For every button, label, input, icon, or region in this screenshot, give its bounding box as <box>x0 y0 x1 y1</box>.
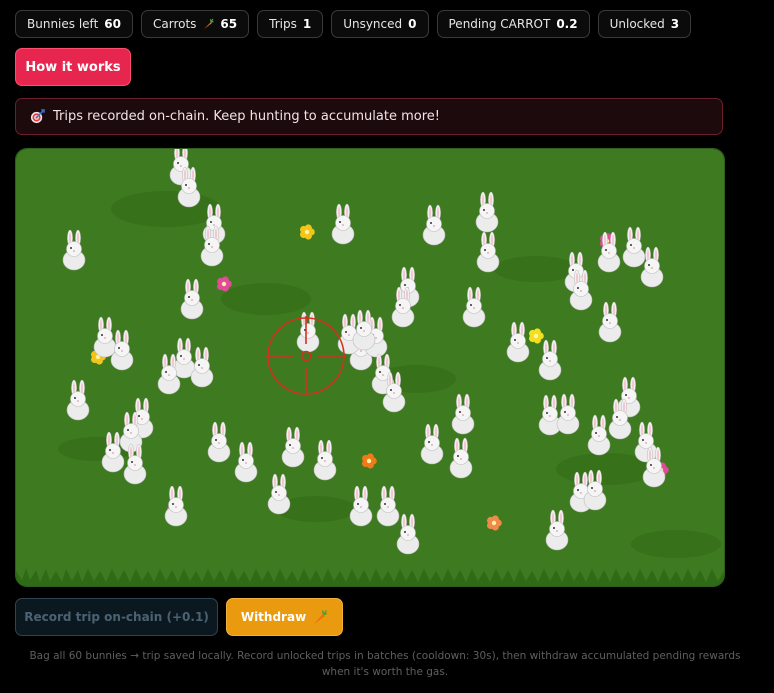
stat-label: Carrots <box>152 17 197 31</box>
target-icon <box>30 109 45 124</box>
carrot-icon <box>314 610 328 624</box>
record-trip-button[interactable]: Record trip on-chain (+0.1) <box>15 598 218 636</box>
stat-value: 0.2 <box>556 17 578 31</box>
hunting-field[interactable] <box>15 148 725 587</box>
how-it-works-button[interactable]: How it works <box>15 48 131 86</box>
stat-label: Unsynced <box>343 17 403 31</box>
stat-value: 0 <box>408 17 417 31</box>
stat-bunnies-left: Bunnies left 60 <box>15 10 133 38</box>
stat-label: Pending CARROT <box>448 17 551 31</box>
stat-label: Trips <box>269 17 297 31</box>
stat-value: 3 <box>670 17 680 31</box>
stat-value: 1 <box>302 17 312 31</box>
stat-value: 65 <box>220 17 238 31</box>
stat-label: Unlocked <box>609 17 665 31</box>
stat-carrots: Carrots 65 <box>140 10 250 38</box>
help-text: Bag all 60 bunnies → trip saved locally.… <box>29 650 741 678</box>
stat-value: 60 <box>104 17 121 31</box>
withdraw-label: Withdraw <box>240 610 307 624</box>
stat-unsynced: Unsynced 0 <box>331 10 429 38</box>
status-notice: Trips recorded on-chain. Keep hunting to… <box>15 98 723 135</box>
stat-pending-carrot: Pending CARROT 0.2 <box>436 10 590 38</box>
withdraw-button[interactable]: Withdraw <box>226 598 343 636</box>
notice-text: Trips recorded on-chain. Keep hunting to… <box>53 109 440 124</box>
hunting-field-canvas[interactable] <box>16 149 724 586</box>
stat-trips: Trips 1 <box>257 10 324 38</box>
stat-unlocked: Unlocked 3 <box>597 10 692 38</box>
stats-bar: Bunnies left 60 Carrots 65 Trips 1 Unsyn… <box>15 10 692 38</box>
carrot-icon <box>204 18 215 29</box>
stat-label: Bunnies left <box>27 17 99 31</box>
